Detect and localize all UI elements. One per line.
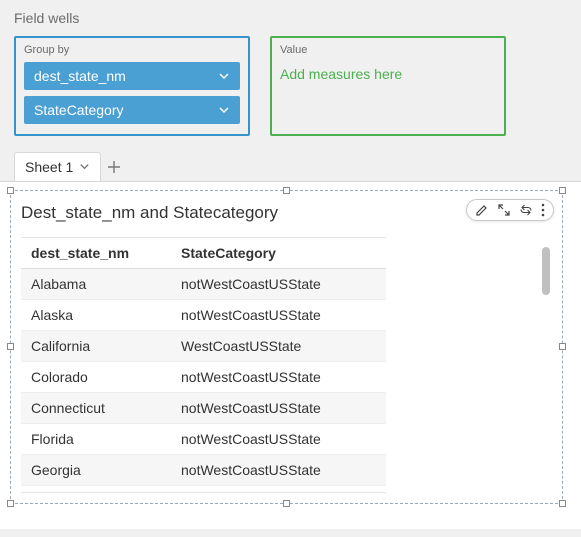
table-cell: Hawaii (21, 486, 171, 494)
add-sheet-button[interactable] (101, 152, 127, 181)
table-cell: notWestCoastUSState (171, 424, 386, 455)
table-cell: notWestCoastUSState (171, 269, 386, 300)
table-cell: Colorado (21, 362, 171, 393)
column-header[interactable]: StateCategory (171, 238, 386, 269)
table-row[interactable]: FloridanotWestCoastUSState (21, 424, 386, 455)
pill-label: StateCategory (34, 102, 124, 118)
sheet-tab-bar: Sheet 1 (0, 152, 581, 182)
chevron-down-icon[interactable] (79, 159, 90, 175)
table-cell: notWestCoastUSState (171, 393, 386, 424)
visual-content: Dest_state_nm and Statecategory dest_sta… (11, 191, 562, 503)
sheet-tab[interactable]: Sheet 1 (14, 152, 101, 181)
table-wrap: dest_state_nm StateCategory AlabamanotWe… (21, 237, 386, 493)
table-row[interactable]: AlabamanotWestCoastUSState (21, 269, 386, 300)
group-by-pill[interactable]: dest_state_nm (24, 62, 240, 90)
table-cell: Georgia (21, 455, 171, 486)
table-cell: Alabama (21, 269, 171, 300)
table-row[interactable]: AlaskanotWestCoastUSState (21, 300, 386, 331)
field-wells-panel: Field wells Group by dest_state_nm State… (0, 0, 581, 136)
wells-row: Group by dest_state_nm StateCategory Val… (14, 36, 567, 136)
group-by-well[interactable]: Group by dest_state_nm StateCategory (14, 36, 250, 136)
table-row[interactable]: ConnecticutnotWestCoastUSState (21, 393, 386, 424)
pill-label: dest_state_nm (34, 68, 126, 84)
chevron-down-icon[interactable] (218, 104, 230, 116)
table-cell: Alaska (21, 300, 171, 331)
value-placeholder: Add measures here (280, 62, 496, 86)
table-row[interactable]: CaliforniaWestCoastUSState (21, 331, 386, 362)
table-cell: WestCoastUSState (171, 331, 386, 362)
scrollbar-thumb[interactable] (542, 247, 550, 295)
data-table: dest_state_nm StateCategory AlabamanotWe… (21, 238, 386, 493)
sheet-canvas[interactable]: Dest_state_nm and Statecategory dest_sta… (0, 182, 581, 529)
column-header[interactable]: dest_state_nm (21, 238, 171, 269)
table-cell: Florida (21, 424, 171, 455)
table-cell: California (21, 331, 171, 362)
group-by-pill[interactable]: StateCategory (24, 96, 240, 124)
table-row[interactable]: GeorgianotWestCoastUSState (21, 455, 386, 486)
group-by-label: Group by (24, 44, 240, 56)
table-cell: Connecticut (21, 393, 171, 424)
table-cell: notWestCoastUSState (171, 486, 386, 494)
table-row[interactable]: ColoradonotWestCoastUSState (21, 362, 386, 393)
chevron-down-icon[interactable] (218, 70, 230, 82)
table-cell: notWestCoastUSState (171, 300, 386, 331)
visual-title: Dest_state_nm and Statecategory (21, 203, 552, 223)
field-wells-title: Field wells (14, 10, 567, 26)
table-cell: notWestCoastUSState (171, 455, 386, 486)
value-label: Value (280, 44, 496, 56)
value-well[interactable]: Value Add measures here (270, 36, 506, 136)
sheet-tab-label: Sheet 1 (25, 159, 73, 175)
table-cell: notWestCoastUSState (171, 362, 386, 393)
table-visual[interactable]: Dest_state_nm and Statecategory dest_sta… (10, 190, 563, 504)
table-row[interactable]: HawaiinotWestCoastUSState (21, 486, 386, 494)
